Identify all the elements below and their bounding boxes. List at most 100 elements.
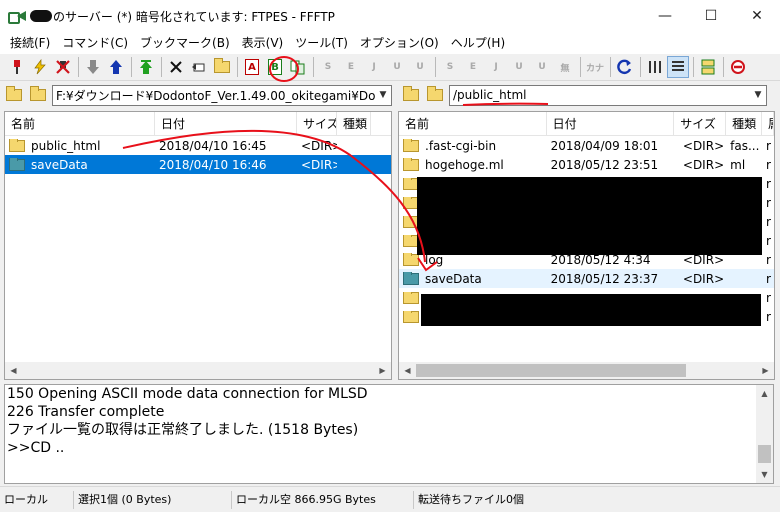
kanji-jis-icon[interactable]: J [363, 56, 385, 78]
file-attr: r [766, 214, 771, 229]
toolbar-separator [693, 57, 694, 77]
download-icon[interactable] [82, 56, 104, 78]
toolbar: A B S E J U U S E J U U 無 カナ [0, 54, 780, 81]
rename-icon[interactable] [188, 56, 210, 78]
kana-convert-icon[interactable]: カナ [584, 56, 606, 78]
remote-col-name[interactable]: 名前 [399, 112, 547, 135]
folder-icon [403, 157, 419, 171]
file-size: <DIR> [301, 157, 337, 172]
file-name-cell: .fast-cgi-bin [399, 138, 547, 153]
table-row[interactable]: saveData 2018/05/12 23:37 <DIR> r [399, 269, 774, 288]
remote-col-date[interactable]: 日付 [547, 112, 675, 135]
menu-help[interactable]: ヘルプ(H) [445, 32, 511, 54]
local-euc-icon[interactable]: E [462, 56, 484, 78]
table-row[interactable]: public_html 2018/04/10 16:45 <DIR> [5, 136, 391, 155]
refresh-icon[interactable] [614, 56, 636, 78]
ascii-mode-button[interactable]: A [241, 56, 263, 78]
chevron-down-icon[interactable]: ▼ [750, 90, 766, 100]
kanji-utf8bom-icon[interactable]: U [409, 56, 431, 78]
remote-open-folder-icon[interactable] [425, 85, 445, 105]
scroll-right-icon[interactable]: ▶ [374, 362, 391, 379]
toolbar-separator [78, 57, 79, 77]
no-conversion-icon[interactable]: 無 [554, 56, 576, 78]
menu-command[interactable]: コマンド(C) [56, 32, 134, 54]
toolbar-separator [640, 57, 641, 77]
local-column-header: 名前 日付 サイズ 種類 [5, 112, 391, 136]
delete-icon[interactable] [165, 56, 187, 78]
window-title: のサーバー (*) 暗号化されています: FTPES - FFFTP [53, 9, 335, 24]
maximize-button[interactable]: ☐ [688, 0, 734, 32]
new-folder-icon[interactable] [211, 56, 233, 78]
local-utf8bom-icon[interactable]: U [531, 56, 553, 78]
auto-mode-icon[interactable] [287, 56, 309, 78]
local-open-folder-icon[interactable] [28, 85, 48, 105]
file-size: <DIR> [682, 271, 725, 286]
menu-tools[interactable]: ツール(T) [289, 32, 354, 54]
binary-mode-button[interactable]: B [264, 56, 286, 78]
log-pane[interactable]: 150 Opening ASCII mode data connection f… [4, 384, 774, 484]
file-name: .fast-cgi-bin [425, 138, 497, 153]
file-attr: r [766, 233, 771, 248]
menu-options[interactable]: オプション(O) [354, 32, 445, 54]
remote-col-attr[interactable]: 属 [762, 112, 774, 135]
local-col-name[interactable]: 名前 [5, 112, 155, 135]
scroll-left-icon[interactable]: ◀ [399, 362, 416, 379]
file-name-cell: saveData [5, 157, 155, 172]
close-button[interactable]: ✕ [734, 0, 780, 32]
scroll-thumb[interactable] [416, 364, 686, 377]
log-line: ファイル一覧の取得は正常終了しました. (1518 Bytes) [7, 422, 359, 438]
stop-icon[interactable] [727, 56, 749, 78]
kanji-sjis-icon[interactable]: S [317, 56, 339, 78]
remote-horizontal-scrollbar[interactable]: ◀ ▶ [399, 362, 774, 379]
remote-col-size[interactable]: サイズ [674, 112, 727, 135]
table-row[interactable]: .fast-cgi-bin 2018/04/09 18:01 <DIR> fas… [399, 136, 774, 155]
local-col-type[interactable]: 種類 [337, 112, 371, 135]
menu-view[interactable]: 表示(V) [236, 32, 290, 54]
local-utf8-icon[interactable]: U [508, 56, 530, 78]
local-path-combo[interactable]: F:¥ダウンロード¥DodontoF_Ver.1.49.00_okitegami… [52, 84, 392, 106]
remote-path-combo[interactable]: /public_html ▼ [449, 84, 767, 106]
log-line: 226 Transfer complete [7, 404, 165, 420]
scroll-up-icon[interactable]: ▲ [756, 385, 773, 402]
quick-connect-icon[interactable] [29, 56, 51, 78]
log-vertical-scrollbar[interactable]: ▲ ▼ [756, 385, 773, 483]
file-size: <DIR> [301, 138, 337, 153]
scroll-thumb[interactable] [758, 445, 771, 463]
remote-path-value: /public_html [453, 88, 527, 102]
remote-col-type[interactable]: 種類 [726, 112, 763, 135]
minimize-button[interactable]: — [642, 0, 688, 32]
scroll-down-icon[interactable]: ▼ [756, 466, 773, 483]
toolbar-separator [131, 57, 132, 77]
list-view-icon[interactable] [644, 56, 666, 78]
local-parent-folder-icon[interactable] [4, 85, 24, 105]
chevron-down-icon[interactable]: ▼ [375, 90, 391, 100]
kanji-euc-icon[interactable]: E [340, 56, 362, 78]
local-col-date[interactable]: 日付 [155, 112, 297, 135]
upload-icon[interactable] [105, 56, 127, 78]
remote-file-list[interactable]: 名前 日付 サイズ 種類 属 .fast-cgi-bin 2018/04/09 … [398, 111, 775, 380]
menu-bookmark[interactable]: ブックマーク(B) [134, 32, 236, 54]
scroll-left-icon[interactable]: ◀ [5, 362, 22, 379]
kanji-utf8-icon[interactable]: U [386, 56, 408, 78]
mirror-upload-icon[interactable] [135, 56, 157, 78]
local-rows: public_html 2018/04/10 16:45 <DIR> saveD… [5, 136, 391, 174]
file-attr: r [766, 271, 771, 286]
detail-view-icon[interactable] [667, 56, 689, 78]
local-horizontal-scrollbar[interactable]: ◀ ▶ [5, 362, 391, 379]
table-row-selected[interactable]: saveData 2018/04/10 16:46 <DIR> [5, 155, 391, 174]
local-jis-icon[interactable]: J [485, 56, 507, 78]
local-path-value: F:¥ダウンロード¥DodontoF_Ver.1.49.00_okitegami… [56, 88, 375, 103]
disconnect-icon[interactable] [52, 56, 74, 78]
remote-parent-folder-icon[interactable] [401, 85, 421, 105]
file-attr: r [766, 252, 771, 267]
local-col-size[interactable]: サイズ [297, 112, 337, 135]
file-name-cell: saveData [399, 271, 547, 286]
connect-icon[interactable] [6, 56, 28, 78]
status-queue: 転送待ちファイル0個 [418, 492, 524, 506]
menu-connect[interactable]: 接続(F) [4, 32, 56, 54]
local-sjis-icon[interactable]: S [439, 56, 461, 78]
table-row[interactable]: hogehoge.ml 2018/05/12 23:51 <DIR> ml r [399, 155, 774, 174]
sync-browse-icon[interactable] [697, 56, 719, 78]
scroll-right-icon[interactable]: ▶ [757, 362, 774, 379]
local-file-list[interactable]: 名前 日付 サイズ 種類 public_html 2018/04/10 16:4… [4, 111, 392, 380]
